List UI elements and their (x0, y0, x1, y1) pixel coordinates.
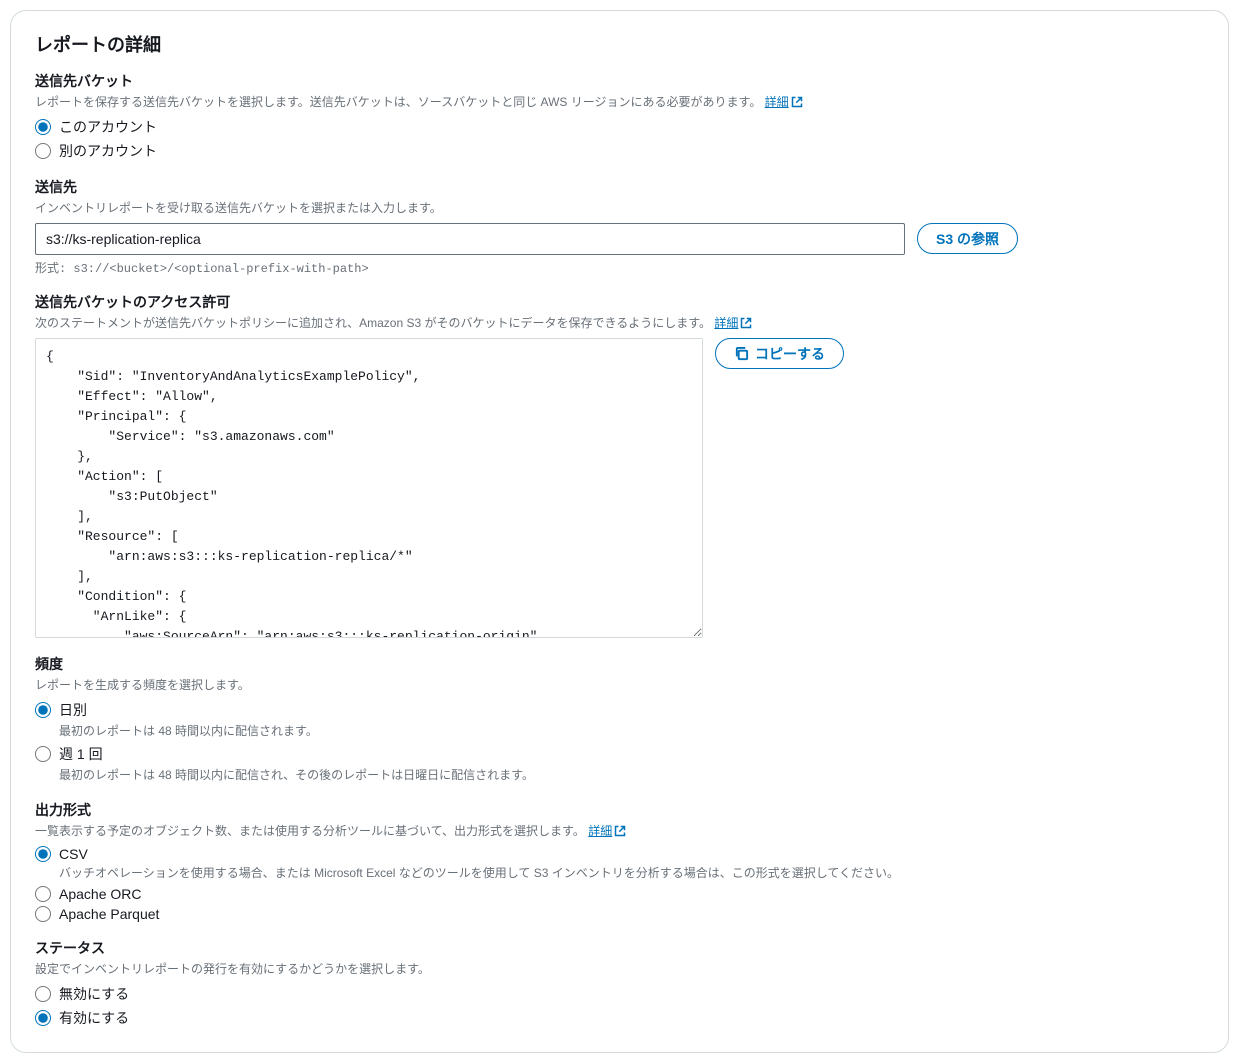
radio-weekly[interactable]: 週 1 回 (35, 744, 1204, 764)
dest-bucket-hint: レポートを保存する送信先バケットを選択します。送信先バケットは、ソースバケットと… (35, 93, 1204, 111)
destination-input[interactable] (35, 223, 905, 255)
radio-csv-input[interactable] (35, 846, 51, 862)
output-hint: 一覧表示する予定のオブジェクト数、または使用する分析ツールに基づいて、出力形式を… (35, 822, 1204, 840)
radio-csv[interactable]: CSV (35, 846, 1204, 862)
radio-weekly-input[interactable] (35, 746, 51, 762)
radio-daily[interactable]: 日別 (35, 700, 1204, 720)
radio-enable-input[interactable] (35, 1010, 51, 1026)
radio-this-account-input[interactable] (35, 119, 51, 135)
dest-bucket-label: 送信先バケット (35, 71, 1204, 91)
frequency-hint: レポートを生成する頻度を選択します。 (35, 676, 1204, 694)
browse-s3-button[interactable]: S3 の参照 (917, 223, 1018, 254)
status-block: ステータス 設定でインベントリレポートの発行を有効にするかどうかを選択します。 … (35, 938, 1204, 1028)
output-block: 出力形式 一覧表示する予定のオブジェクト数、または使用する分析ツールに基づいて、… (35, 800, 1204, 922)
radio-other-account-input[interactable] (35, 143, 51, 159)
daily-hint: 最初のレポートは 48 時間以内に配信されます。 (59, 722, 1204, 740)
copy-icon (734, 346, 749, 361)
external-link-icon (614, 825, 626, 837)
csv-hint: バッチオペレーションを使用する場合、または Microsoft Excel など… (59, 864, 1204, 882)
radio-parquet[interactable]: Apache Parquet (35, 906, 1204, 922)
frequency-label: 頻度 (35, 654, 1204, 674)
radio-disable[interactable]: 無効にする (35, 984, 1204, 1004)
status-hint: 設定でインベントリレポートの発行を有効にするかどうかを選択します。 (35, 960, 1204, 978)
radio-parquet-input[interactable] (35, 906, 51, 922)
radio-orc[interactable]: Apache ORC (35, 886, 1204, 902)
destination-hint: インベントリレポートを受け取る送信先バケットを選択または入力します。 (35, 199, 1204, 217)
copy-button[interactable]: コピーする (715, 338, 844, 369)
dest-bucket-block: 送信先バケット レポートを保存する送信先バケットを選択します。送信先バケットは、… (35, 71, 1204, 161)
dest-bucket-detail-link[interactable]: 詳細 (765, 93, 803, 111)
weekly-hint: 最初のレポートは 48 時間以内に配信され、その後のレポートは日曜日に配信されま… (59, 766, 1204, 784)
external-link-icon (791, 96, 803, 108)
radio-disable-input[interactable] (35, 986, 51, 1002)
output-detail-link[interactable]: 詳細 (588, 822, 626, 840)
destination-format-hint: 形式: s3://<bucket>/<optional-prefix-with-… (35, 259, 1204, 276)
page-title: レポートの詳細 (35, 31, 1204, 57)
destination-label: 送信先 (35, 177, 1204, 197)
radio-daily-input[interactable] (35, 702, 51, 718)
destination-block: 送信先 インベントリレポートを受け取る送信先バケットを選択または入力します。 S… (35, 177, 1204, 276)
radio-enable[interactable]: 有効にする (35, 1008, 1204, 1028)
permissions-hint: 次のステートメントが送信先バケットポリシーに追加され、Amazon S3 がその… (35, 314, 1204, 332)
external-link-icon (740, 317, 752, 329)
report-details-panel: レポートの詳細 送信先バケット レポートを保存する送信先バケットを選択します。送… (10, 10, 1229, 1053)
permissions-detail-link[interactable]: 詳細 (714, 314, 752, 332)
status-label: ステータス (35, 938, 1204, 958)
frequency-block: 頻度 レポートを生成する頻度を選択します。 日別 最初のレポートは 48 時間以… (35, 654, 1204, 784)
permissions-block: 送信先バケットのアクセス許可 次のステートメントが送信先バケットポリシーに追加さ… (35, 292, 1204, 638)
permissions-label: 送信先バケットのアクセス許可 (35, 292, 1204, 312)
radio-this-account[interactable]: このアカウント (35, 117, 1204, 137)
radio-orc-input[interactable] (35, 886, 51, 902)
policy-json-textarea[interactable] (35, 338, 703, 638)
radio-other-account[interactable]: 別のアカウント (35, 141, 1204, 161)
output-label: 出力形式 (35, 800, 1204, 820)
